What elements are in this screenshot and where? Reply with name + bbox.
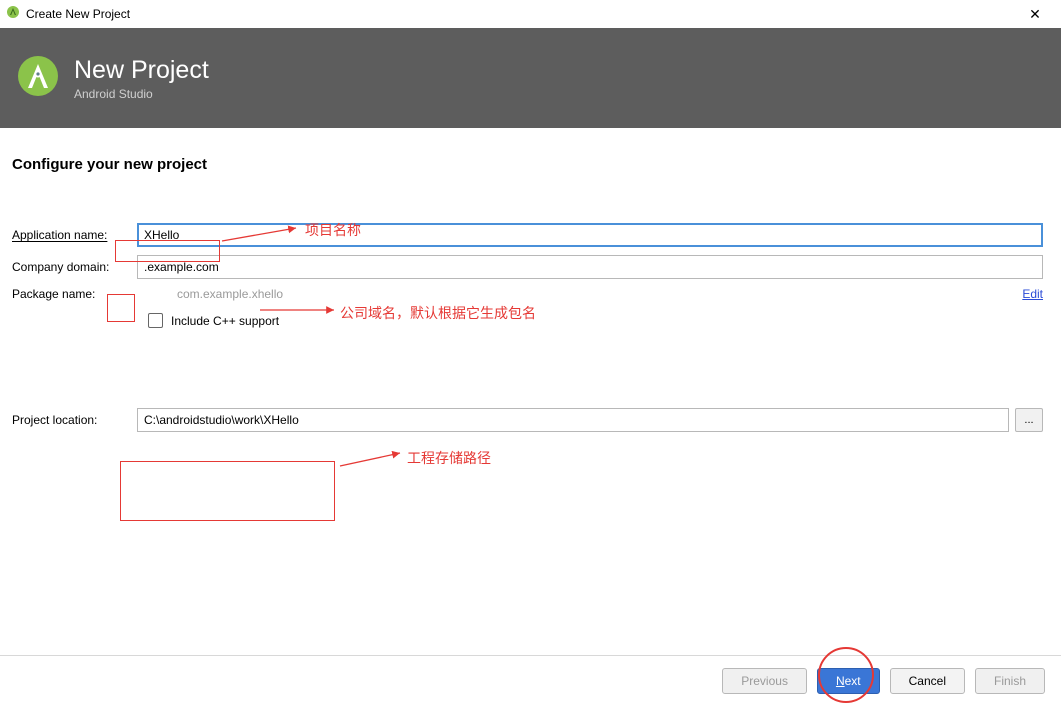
anno-text-project-location: 工程存储路径 bbox=[407, 448, 491, 468]
next-button-rest: ext bbox=[845, 674, 861, 688]
row-include-cpp: Include C++ support bbox=[148, 313, 1043, 328]
label-include-cpp: Include C++ support bbox=[171, 314, 279, 328]
value-package-name: com.example.xhello bbox=[177, 287, 1022, 301]
anno-box-project-location bbox=[120, 461, 335, 521]
label-application-name: Application name: bbox=[12, 228, 137, 242]
wizard-footer: Previous Next Cancel Finish bbox=[0, 655, 1061, 705]
cancel-button[interactable]: Cancel bbox=[890, 668, 965, 694]
input-project-location[interactable] bbox=[137, 408, 1009, 432]
close-icon[interactable]: ✕ bbox=[1015, 6, 1055, 23]
finish-button[interactable]: Finish bbox=[975, 668, 1045, 694]
section-title: Configure your new project bbox=[12, 156, 1043, 173]
label-package-name: Package name: bbox=[12, 287, 137, 301]
titlebar: Create New Project ✕ bbox=[0, 0, 1061, 28]
row-package-name: Package name: com.example.xhello Edit bbox=[12, 287, 1043, 301]
row-company-domain: Company domain: bbox=[12, 255, 1043, 279]
label-company-domain: Company domain: bbox=[12, 260, 137, 274]
wizard-header: New Project Android Studio bbox=[0, 28, 1061, 128]
header-title: New Project bbox=[74, 56, 209, 85]
window-title: Create New Project bbox=[26, 7, 1015, 21]
browse-button[interactable]: ... bbox=[1015, 408, 1043, 432]
row-application-name: Application name: bbox=[12, 223, 1043, 247]
input-company-domain[interactable] bbox=[137, 255, 1043, 279]
label-project-location: Project location: bbox=[12, 413, 137, 427]
next-button[interactable]: Next bbox=[817, 668, 880, 694]
previous-button[interactable]: Previous bbox=[722, 668, 807, 694]
input-application-name[interactable] bbox=[137, 223, 1043, 247]
row-project-location: Project location: ... bbox=[12, 408, 1043, 432]
wizard-body: Configure your new project Application n… bbox=[0, 128, 1061, 432]
edit-link[interactable]: Edit bbox=[1022, 287, 1043, 301]
android-studio-icon bbox=[6, 5, 20, 24]
header-subtitle: Android Studio bbox=[74, 87, 209, 101]
android-studio-logo-icon bbox=[16, 54, 60, 103]
next-button-mnemonic: N bbox=[836, 674, 845, 688]
checkbox-include-cpp[interactable] bbox=[148, 313, 163, 328]
arrow-icon bbox=[336, 448, 408, 470]
